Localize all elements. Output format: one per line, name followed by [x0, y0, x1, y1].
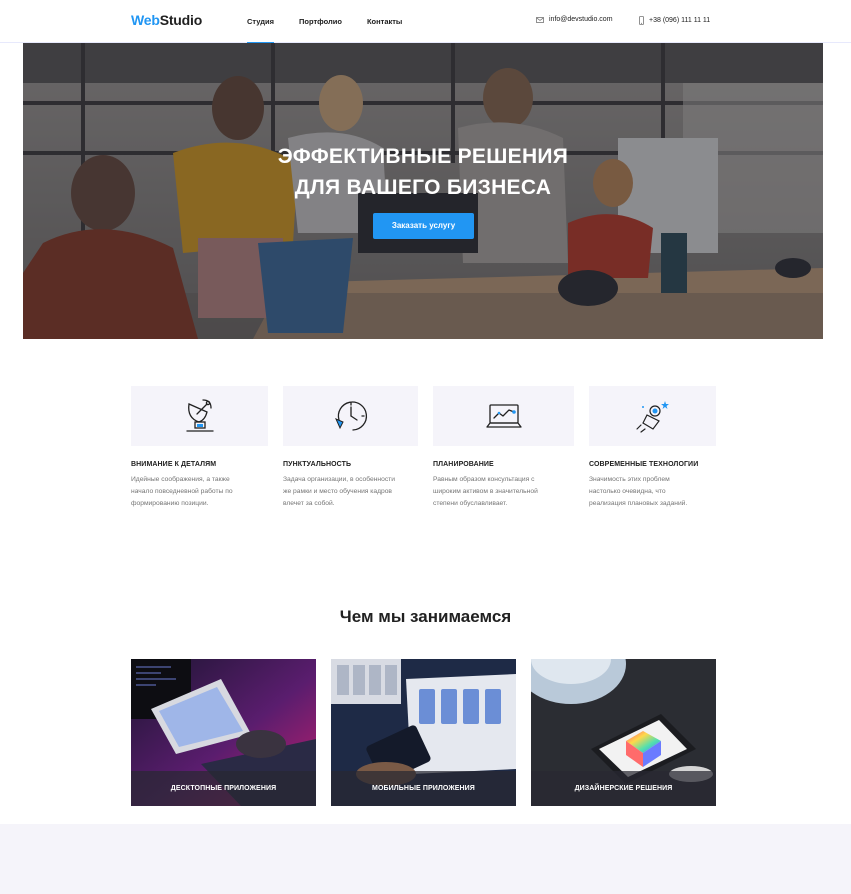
feature-icon-box — [589, 386, 716, 446]
phone-icon — [639, 16, 644, 25]
logo-part-studio: Studio — [159, 12, 203, 28]
feature-text-line: Идейные соображения, а также — [131, 476, 230, 483]
footer-band — [0, 824, 851, 894]
service-caption: ДЕСКТОПНЫЕ ПРИЛОЖЕНИЯ — [131, 771, 316, 806]
hero-title: ЭФФЕКТИВНЫЕ РЕШЕНИЯ ДЛЯ ВАШЕГО БИЗНЕСА — [23, 141, 823, 203]
nav-item-studio[interactable]: Студия — [247, 0, 275, 44]
feature-text-line: настолько очевидна, что — [589, 488, 666, 495]
logo[interactable]: WebStudio — [131, 12, 202, 28]
astronaut-icon — [635, 401, 669, 433]
feature-card: ПЛАНИРОВАНИЕ Равным образом консультация… — [433, 386, 574, 510]
hero-section: ЭФФЕКТИВНЫЕ РЕШЕНИЯ ДЛЯ ВАШЕГО БИЗНЕСА З… — [23, 43, 823, 339]
feature-text-line: начало повседневной работы по — [131, 488, 233, 495]
feature-icon-box — [433, 386, 574, 446]
feature-title: ПЛАНИРОВАНИЕ — [433, 461, 494, 468]
feature-icon-box — [131, 386, 268, 446]
nav-item-portfolio[interactable]: Портфолио — [299, 0, 342, 43]
satellite-dish-icon — [185, 399, 214, 432]
feature-title: СОВРЕМЕННЫЕ ТЕХНОЛОГИИ — [589, 461, 699, 468]
feature-text-line: влечет за собой. — [283, 500, 335, 507]
hero-title-line-1: ЭФФЕКТИВНЫЕ РЕШЕНИЯ — [277, 145, 569, 168]
mail-icon — [536, 16, 544, 23]
service-caption: ДИЗАЙНЕРСКИЕ РЕШЕНИЯ — [531, 771, 716, 806]
email-text: info@devstudio.com — [549, 16, 613, 23]
feature-text-line: Задача организации, в особенности — [283, 476, 395, 483]
feature-text-line: же рамки и место обучения кадров — [283, 488, 392, 495]
nav-item-contacts[interactable]: Контакты — [367, 0, 402, 43]
clock-icon — [334, 401, 367, 431]
site-header: WebStudio Студия Портфолио Контакты info… — [0, 0, 851, 44]
feature-text-line: реализация плановых заданий. — [589, 500, 688, 507]
feature-text-line: формированию позиции. — [131, 500, 209, 507]
main-nav: Студия Портфолио Контакты — [247, 0, 427, 44]
feature-description: Задача организации, в особенности же рам… — [283, 474, 418, 510]
service-card-mobile[interactable]: МОБИЛЬНЫЕ ПРИЛОЖЕНИЯ — [331, 659, 516, 806]
feature-text-line: степени обуславливает. — [433, 500, 508, 507]
feature-description: Идейные соображения, а также начало повс… — [131, 474, 268, 510]
service-card-design[interactable]: ДИЗАЙНЕРСКИЕ РЕШЕНИЯ — [531, 659, 716, 806]
feature-title: ВНИМАНИЕ К ДЕТАЛЯМ — [131, 461, 217, 468]
feature-card: СОВРЕМЕННЫЕ ТЕХНОЛОГИИ Значимость этих п… — [589, 386, 716, 510]
laptop-chart-icon — [485, 404, 522, 428]
email-link[interactable]: info@devstudio.com — [536, 16, 613, 23]
feature-icon-box — [283, 386, 418, 446]
services-title: Чем мы занимаемся — [339, 607, 512, 626]
feature-description: Равным образом консультация с широким ак… — [433, 474, 574, 510]
hero-title-line-2: ДЛЯ ВАШЕГО БИЗНЕСА — [294, 176, 552, 199]
phone-text: +38 (096) 111 11 11 — [649, 17, 711, 24]
order-service-button[interactable]: Заказать услугу — [373, 213, 474, 239]
feature-card: ПУНКТУАЛЬНОСТЬ Задача организации, в осо… — [283, 386, 418, 510]
service-card-desktop[interactable]: ДЕСКТОПНЫЕ ПРИЛОЖЕНИЯ — [131, 659, 316, 806]
logo-part-web: Web — [131, 12, 160, 28]
service-caption: МОБИЛЬНЫЕ ПРИЛОЖЕНИЯ — [331, 771, 516, 806]
feature-text-line: Равным образом консультация с — [433, 476, 535, 483]
phone-link[interactable]: +38 (096) 111 11 11 — [639, 16, 710, 25]
feature-title: ПУНКТУАЛЬНОСТЬ — [283, 461, 352, 468]
feature-card: ВНИМАНИЕ К ДЕТАЛЯМ Идейные соображения, … — [131, 386, 268, 510]
feature-description: Значимость этих проблем настолько очевид… — [589, 474, 716, 510]
feature-text-line: широким активом в значительной — [433, 488, 538, 495]
feature-text-line: Значимость этих проблем — [589, 476, 670, 483]
